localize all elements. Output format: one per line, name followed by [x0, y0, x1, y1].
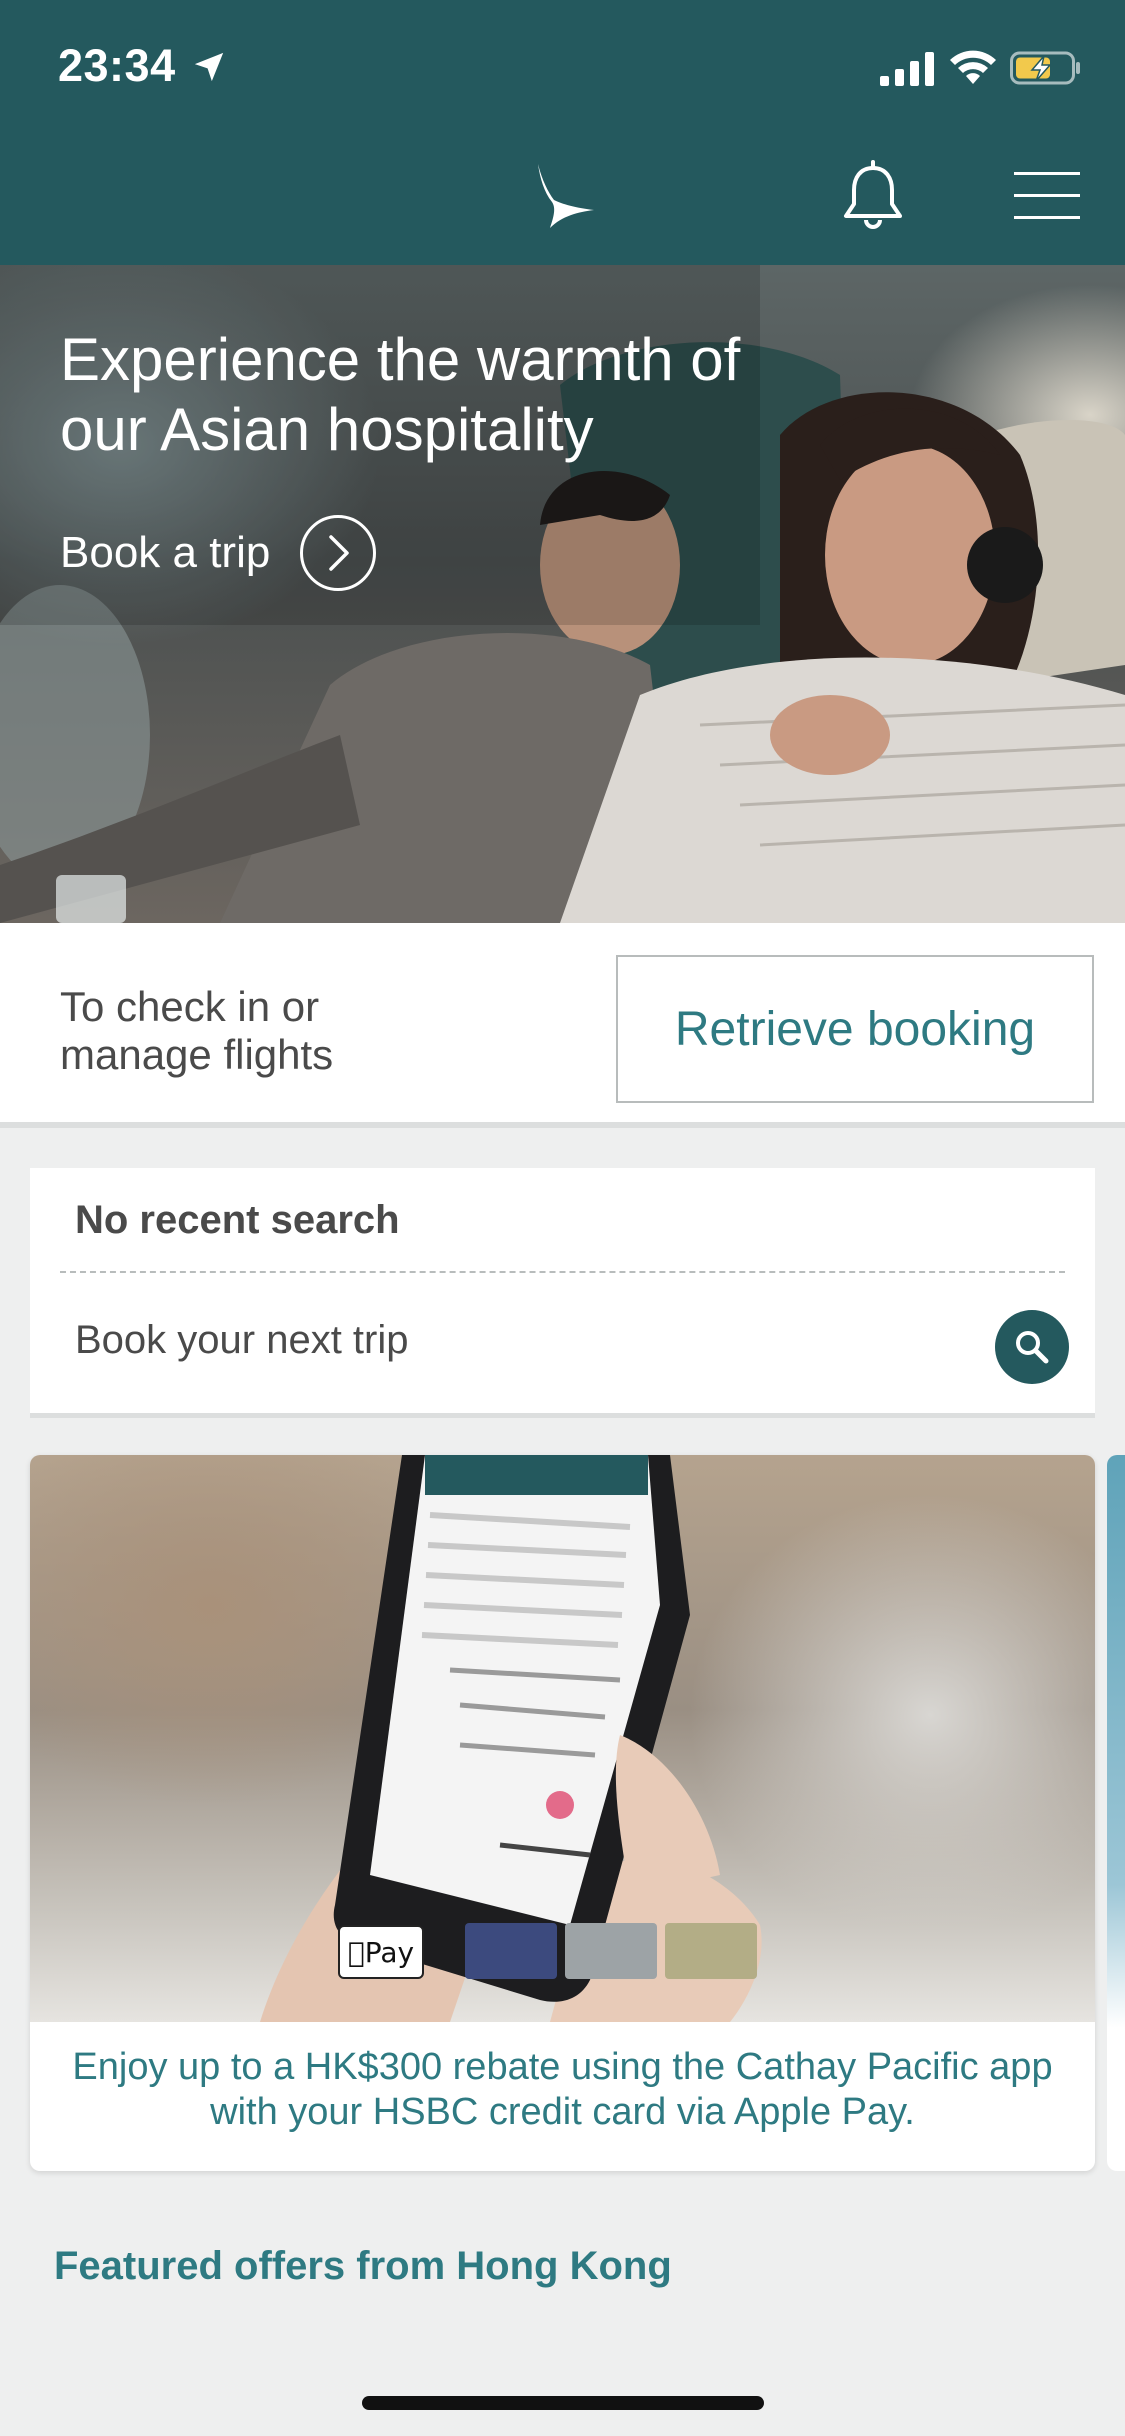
retrieve-booking-button[interactable]: Retrieve booking	[616, 955, 1094, 1103]
phone-payment-illustration	[260, 1455, 762, 2022]
top-bar: 23:34	[0, 0, 1125, 265]
bell-icon[interactable]	[838, 160, 908, 232]
wifi-icon	[950, 50, 996, 84]
promo-card-apple-pay[interactable]: Pay Enjoy up to a HK$300 rebate using t…	[30, 1455, 1095, 2171]
no-recent-search-label: No recent search	[75, 1198, 400, 1242]
manage-flights-text: To check in or manage flights	[60, 983, 334, 1078]
book-a-trip-label: Book a trip	[60, 528, 271, 577]
apple-pay-badge: Pay	[338, 1925, 424, 1979]
chevron-right-circle-icon[interactable]	[300, 515, 377, 591]
promo-description: Enjoy up to a HK$300 rebate using the Ca…	[72, 2046, 1053, 2133]
search-button[interactable]	[995, 1310, 1069, 1384]
location-arrow-icon	[194, 52, 224, 82]
home-indicator[interactable]	[362, 2396, 764, 2410]
status-time: 23:34	[58, 40, 176, 91]
battery-charging-icon	[1010, 51, 1080, 85]
hero-banner[interactable]: Experience the warmth of our Asian hospi…	[0, 265, 1125, 923]
recent-search-card: No recent search Book your next trip	[30, 1168, 1095, 1418]
book-next-trip-field[interactable]: Book your next trip	[75, 1318, 409, 1363]
dashed-divider	[60, 1271, 1065, 1273]
hamburger-menu-icon[interactable]	[1012, 168, 1082, 224]
book-a-trip-link[interactable]: Book a trip	[60, 513, 377, 593]
hero-title: Experience the warmth of our Asian hospi…	[60, 326, 741, 463]
search-icon	[1016, 1331, 1049, 1364]
apple-pay-label: Pay	[356, 1935, 414, 1969]
cellular-signal-icon	[880, 52, 934, 86]
cathay-logo[interactable]	[532, 162, 596, 230]
featured-offers-heading: Featured offers from Hong Kong	[54, 2244, 672, 2288]
promo-image: Pay	[30, 1455, 1095, 2022]
manage-booking-section: To check in or manage flights Retrieve b…	[0, 923, 1125, 1128]
status-bar: 23:34	[0, 0, 1125, 132]
next-promo-card-peek[interactable]	[1107, 1455, 1125, 2171]
apple-icon: 	[348, 1936, 365, 1969]
